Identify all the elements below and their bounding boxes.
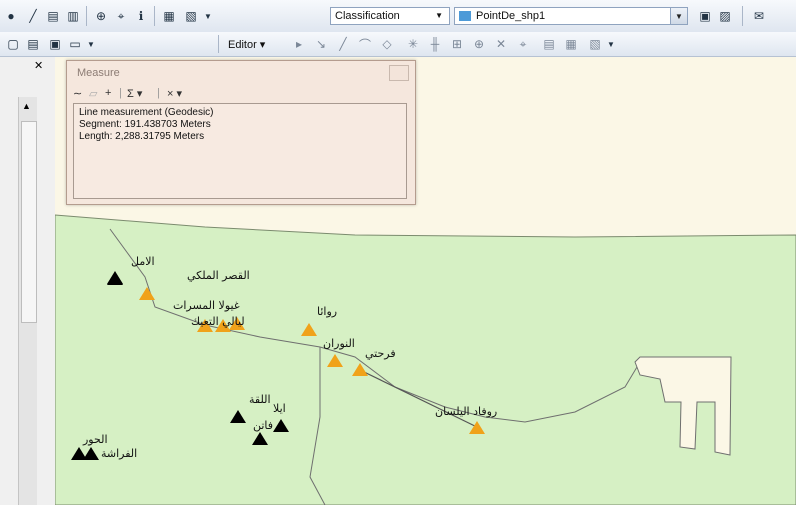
layer-icon xyxy=(459,11,471,21)
chevron-down-icon: ▼ xyxy=(435,11,443,20)
arcmap-window: ● ╱ ▤ ▥ ⊕ ⌖ ℹ ▦ ▧ ▼ Classification ▼ Poi… xyxy=(0,0,796,505)
globe-icon[interactable]: ● xyxy=(2,7,20,25)
map-label: الامل xyxy=(131,255,155,268)
envelope-icon[interactable]: ✉ xyxy=(750,7,768,25)
reshape-icon[interactable]: ⊞ xyxy=(448,35,466,53)
table-icon[interactable]: ▤ xyxy=(44,7,62,25)
create-features-icon[interactable]: ▧ xyxy=(586,35,604,53)
measure-line-icon[interactable]: ∼ xyxy=(73,87,82,100)
map-label: النوران xyxy=(323,337,355,350)
go-to-xy-icon[interactable]: ⌖ xyxy=(112,7,130,25)
edit-tool-icon[interactable]: ▸ xyxy=(290,35,308,53)
map-label: ايلا xyxy=(273,402,286,415)
classification-combo-value: Classification xyxy=(335,10,400,22)
toolbar-separator xyxy=(86,6,87,26)
rotate-icon[interactable]: ✕ xyxy=(492,35,510,53)
swipe-icon[interactable]: ▨ xyxy=(716,7,734,25)
vertices-icon[interactable]: ✳ xyxy=(404,35,422,53)
map-label: روفاد اليلسان xyxy=(435,405,498,418)
curve-segment-icon[interactable]: ⌒ xyxy=(356,35,374,53)
editor-toolbar: ▢ ▤ ▣ ▭ ▼ Editor ▾ ▸ ↘ ╱ ⌒ ◇ ✳ ╫ ⊞ ⊕ ✕ ⌖… xyxy=(0,32,796,57)
map-label: الحور xyxy=(83,433,108,446)
toolbar-separator: | xyxy=(119,87,122,99)
measure-feature-icon[interactable]: + xyxy=(105,87,111,99)
sketch-icon[interactable]: ⌖ xyxy=(514,35,532,53)
scrollbar[interactable]: ▲ xyxy=(18,97,37,505)
measure-result-line: Segment: 191.438703 Meters xyxy=(79,119,211,130)
chevron-down-icon[interactable]: ▼ xyxy=(670,8,687,24)
straight-segment-icon[interactable]: ╱ xyxy=(334,35,352,53)
measure-tools: ∼ ▱ + | Σ ▾ | × ▾ xyxy=(67,85,415,103)
clear-selection-icon[interactable]: ▤ xyxy=(24,35,42,53)
split-tool-icon[interactable]: ╫ xyxy=(426,35,444,53)
edit-annotation-icon[interactable]: ↘ xyxy=(312,35,330,53)
map-label: الفراشة xyxy=(101,447,138,460)
toolbar-overflow-icon[interactable]: ▼ xyxy=(202,9,214,23)
editor-menu-label: Editor xyxy=(228,39,257,51)
sum-icon[interactable]: Σ ▾ xyxy=(127,87,142,100)
measure-result-line: Line measurement (Geodesic) xyxy=(79,107,214,118)
polygon-icon[interactable]: ◇ xyxy=(378,35,396,53)
identify-icon[interactable]: ℹ xyxy=(132,7,150,25)
edit-pen-icon[interactable]: ╱ xyxy=(24,7,42,25)
toolbar-separator xyxy=(218,35,219,53)
scroll-up-icon[interactable]: ▲ xyxy=(22,101,31,111)
layout-icon[interactable]: ▥ xyxy=(64,7,82,25)
binoculars-icon[interactable]: ⊕ xyxy=(92,7,110,25)
select-features-icon[interactable]: ▢ xyxy=(4,35,22,53)
close-button[interactable] xyxy=(389,65,409,81)
measure-area-icon[interactable]: ▱ xyxy=(89,87,97,100)
toolbar-separator xyxy=(154,6,155,26)
sketch-properties-icon[interactable]: ▦ xyxy=(562,35,580,53)
toolbar-separator: | xyxy=(157,87,160,99)
measure-window-title: Measure xyxy=(77,67,120,79)
map-label: اللقة xyxy=(249,393,271,406)
classification-combo[interactable]: Classification ▼ xyxy=(330,7,450,25)
map-label: فرحتي xyxy=(365,347,396,360)
print-icon[interactable]: ▭ xyxy=(66,35,84,53)
map-label: فاتن xyxy=(253,419,274,432)
close-icon[interactable]: ✕ xyxy=(34,59,43,72)
standard-toolbar: ● ╱ ▤ ▥ ⊕ ⌖ ℹ ▦ ▧ ▼ Classification ▼ Poi… xyxy=(0,0,796,33)
editor-menu[interactable]: Editor ▾ xyxy=(228,38,265,51)
table-of-contents-panel: ✕ ▲ xyxy=(0,57,56,505)
attributes-icon[interactable]: ▤ xyxy=(540,35,558,53)
clear-results-icon[interactable]: × ▾ xyxy=(167,87,182,100)
symbology-icon[interactable]: ▣ xyxy=(696,7,714,25)
measure-result-line: Length: 2,288.31795 Meters xyxy=(79,131,205,142)
target-layer-combo-value: PointDe_shp1 xyxy=(476,10,546,22)
toolbar-separator xyxy=(742,6,743,26)
measure-window[interactable]: Measure ∼ ▱ + | Σ ▾ | × ▾ Line measureme… xyxy=(66,60,416,205)
toolbar-overflow-icon[interactable]: ▼ xyxy=(86,37,96,51)
map-label: ليالي التعيك xyxy=(191,315,245,328)
target-layer-combo[interactable]: PointDe_shp1 ▼ xyxy=(454,7,688,25)
toolbar-overflow-icon[interactable]: ▼ xyxy=(606,37,616,51)
toolbox-icon[interactable]: ▧ xyxy=(182,7,200,25)
cut-polygon-icon[interactable]: ⊕ xyxy=(470,35,488,53)
map-label: روائا xyxy=(317,305,338,318)
scrollbar-thumb[interactable] xyxy=(21,121,37,323)
map-label: غيولا المسرات xyxy=(173,299,240,312)
catalog-icon[interactable]: ▦ xyxy=(160,7,178,25)
measure-results: Line measurement (Geodesic) Segment: 191… xyxy=(73,103,407,199)
map-label: القصر الملكي xyxy=(187,269,250,282)
georeference-icon[interactable]: ▣ xyxy=(46,35,64,53)
